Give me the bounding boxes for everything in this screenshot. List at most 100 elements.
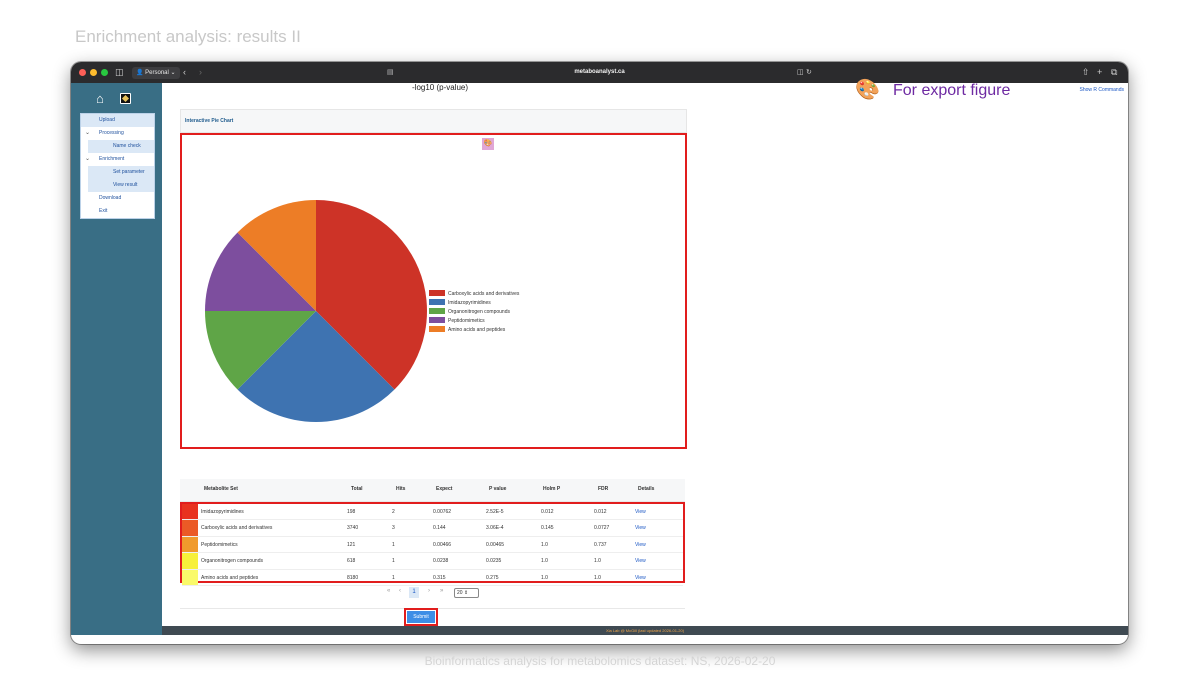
- sidebar-item-enrichment[interactable]: ⌄ Enrichment: [81, 153, 154, 166]
- table-cell: 0.737: [594, 541, 607, 548]
- table-cell: Imidazopyrimidines: [201, 509, 244, 515]
- legend-swatch: [429, 299, 445, 305]
- table-cell: 0.145: [541, 525, 554, 532]
- app-logo-icon[interactable]: [120, 93, 131, 104]
- table-row: Organonitrogen compounds 618 1 0.0238 0.0235…: [182, 553, 683, 570]
- submit-button[interactable]: Submit: [407, 611, 435, 623]
- table-cell: 2: [392, 509, 395, 515]
- view-link[interactable]: View: [635, 575, 646, 581]
- first-page-icon[interactable]: «: [387, 588, 390, 594]
- current-page[interactable]: 1: [409, 587, 419, 598]
- column-header[interactable]: Hits: [396, 486, 405, 492]
- translate-icon[interactable]: ◫: [797, 67, 804, 78]
- new-tab-icon[interactable]: +: [1097, 67, 1102, 78]
- pie-chart-panel: 🎨 Carboxylic acids and derivatives Imidaz…: [180, 133, 687, 449]
- column-header[interactable]: Holm P: [543, 486, 560, 492]
- table-row: Imidazopyrimidines 198 2 0.00762 2.52E-5 0.01…: [182, 504, 683, 521]
- table-cell: 1.0: [541, 574, 548, 581]
- table-cell: 618: [347, 558, 356, 565]
- table-cell: 3740: [347, 525, 359, 532]
- view-link[interactable]: View: [635, 542, 646, 548]
- column-header[interactable]: Expect: [436, 486, 452, 492]
- table-cell: 0.0235: [486, 558, 502, 565]
- column-header[interactable]: Details: [638, 486, 654, 492]
- legend-swatch: [429, 326, 445, 332]
- sidebar-item-set-parameter[interactable]: Set parameter: [88, 166, 154, 179]
- view-link[interactable]: View: [635, 509, 646, 515]
- column-header[interactable]: Metabolite Set: [204, 486, 238, 492]
- legend-swatch: [429, 317, 445, 323]
- sidebar-item-processing[interactable]: ⌄ Processing: [81, 127, 154, 140]
- submit-highlight: Submit: [404, 608, 438, 626]
- sidebar-item-label: Name check: [113, 143, 141, 149]
- last-page-icon[interactable]: »: [440, 588, 443, 594]
- main-content: -log10 (p-value) Show R Commands Interac…: [162, 83, 1128, 635]
- sidebar-item-label: Exit: [99, 208, 108, 214]
- view-link[interactable]: View: [635, 525, 646, 531]
- table-cell: 0.315: [433, 574, 446, 581]
- chevron-down-icon: ⌄: [85, 130, 91, 136]
- sidebar-item-label: Download: [99, 195, 122, 201]
- home-icon[interactable]: ⌂: [96, 91, 104, 106]
- column-header[interactable]: Total: [351, 486, 363, 492]
- next-page-icon[interactable]: ›: [428, 588, 430, 594]
- table-cell: 1: [392, 541, 395, 548]
- prev-page-icon[interactable]: ‹: [399, 588, 401, 594]
- table-cell: 0.012: [541, 509, 554, 515]
- table-cell: 0.275: [486, 574, 499, 581]
- legend-swatch: [429, 308, 445, 314]
- log-pvalue-title: -log10 (p-value): [412, 83, 469, 92]
- table-cell: 1.0: [541, 541, 548, 548]
- table-cell: 198: [347, 509, 356, 515]
- chevron-down-icon: ⌄: [85, 156, 91, 162]
- browser-titlebar: ◫ 👤 Personal ⌄ ‹ › ▤ metaboanalyst.ca ◫ …: [71, 62, 1128, 83]
- browser-window: ◫ 👤 Personal ⌄ ‹ › ▤ metaboanalyst.ca ◫ …: [71, 62, 1128, 644]
- sidebar-item-upload[interactable]: Upload: [81, 114, 154, 127]
- table-body: Imidazopyrimidines 198 2 0.00762 2.52E-5 0.01…: [180, 502, 685, 586]
- legend-label: Organonitrogen compounds: [448, 309, 510, 315]
- table-cell: 0.00465: [486, 541, 505, 548]
- pie-chart-header-label: Interactive Pie Chart: [185, 118, 234, 124]
- table-row: Amino acids and peptides 8180 1 0.315 0.275 1…: [182, 569, 683, 586]
- tab-overview-icon[interactable]: ⧉: [1111, 67, 1117, 78]
- sidebar-item-view-result[interactable]: View result: [88, 179, 154, 192]
- table-cell: 0.0238: [433, 558, 449, 565]
- pie-chart: Carboxylic acids and derivatives Imidazop…: [205, 200, 520, 422]
- sidebar: ⌂ Upload ⌄ Processing Name check ⌄ Enrichm…: [71, 83, 162, 635]
- page-size-select[interactable]: 20 ⇕: [454, 588, 479, 598]
- column-header[interactable]: FDR: [598, 486, 608, 492]
- legend-swatch: [429, 290, 445, 296]
- table-cell: 3.06E-4: [486, 525, 504, 532]
- table-cell: Amino acids and peptides: [201, 574, 259, 581]
- color-swatch: [182, 520, 198, 536]
- view-link[interactable]: View: [635, 558, 646, 564]
- table-cell: 3: [392, 525, 395, 532]
- table-cell: 1: [392, 574, 395, 581]
- table-row: Peptidomimetics 121 1 0.00466 0.00465 1.0 0.73…: [182, 536, 683, 554]
- column-header[interactable]: P value: [489, 486, 506, 492]
- table-cell: 0.0727: [594, 525, 610, 532]
- table-cell: Organonitrogen compounds: [201, 558, 263, 565]
- reload-icon[interactable]: ↻: [806, 67, 812, 78]
- sidebar-item-exit[interactable]: Exit: [81, 205, 154, 218]
- legend-label: Peptidomimetics: [448, 318, 485, 324]
- table-cell: 0.012: [594, 509, 607, 515]
- table-cell: 1.0: [541, 558, 548, 565]
- address-bar[interactable]: metaboanalyst.ca: [71, 67, 1128, 78]
- sidebar-item-download[interactable]: Download: [81, 192, 154, 205]
- sidebar-item-label: Processing: [99, 130, 124, 136]
- color-swatch: [182, 536, 198, 553]
- table-cell: 8180: [347, 574, 359, 581]
- share-icon[interactable]: ⇧: [1082, 67, 1090, 78]
- table-cell: 1: [392, 558, 395, 565]
- table-cell: 1.0: [594, 558, 601, 565]
- show-r-commands-link[interactable]: Show R Commands: [1080, 87, 1124, 93]
- pie-chart-header: Interactive Pie Chart: [180, 109, 687, 133]
- sidebar-menu: Upload ⌄ Processing Name check ⌄ Enrichmen…: [80, 113, 155, 219]
- sidebar-item-label: Enrichment: [99, 156, 125, 162]
- sidebar-item-name-check[interactable]: Name check: [88, 140, 154, 153]
- table-cell: 0.00466: [433, 541, 452, 548]
- sidebar-item-label: Upload: [99, 117, 115, 123]
- table-cell: 0.00762: [433, 509, 452, 515]
- results-table: Metabolite Set Total Hits Expect P value…: [180, 479, 685, 586]
